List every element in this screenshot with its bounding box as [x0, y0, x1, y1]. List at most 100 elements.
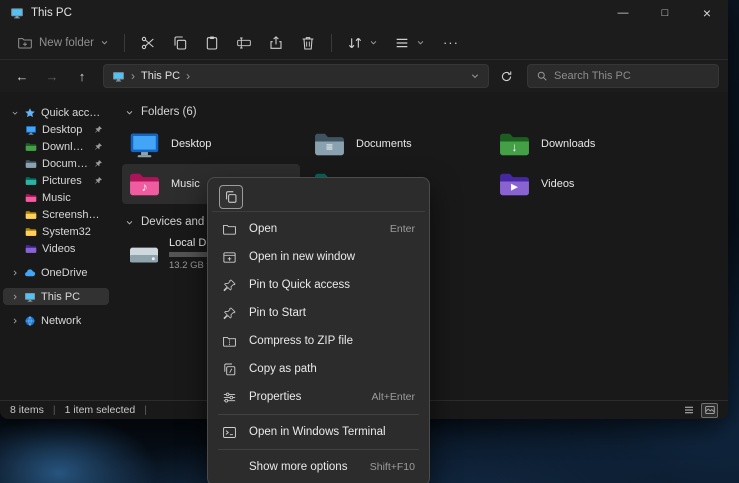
menu-item-open[interactable]: Open Enter	[212, 215, 425, 243]
breadcrumb-separator: ›	[131, 69, 135, 83]
folder-tile-desktop[interactable]: Desktop	[122, 124, 300, 164]
forward-button[interactable]: →	[39, 63, 65, 89]
folder-tile-documents[interactable]: ≡ Documents	[307, 124, 485, 164]
sidebar-item-music[interactable]: Music	[3, 189, 109, 206]
large-icons-view-toggle[interactable]	[701, 403, 718, 418]
address-input[interactable]: › This PC ›	[103, 64, 489, 88]
desktop-icon	[25, 124, 37, 136]
context-menu: Open Enter Open in new window Pin to Qui…	[207, 177, 430, 483]
status-divider: |	[53, 404, 56, 416]
menu-item-pin-to-quick-access[interactable]: Pin to Quick access	[212, 271, 425, 299]
sort-icon	[347, 35, 363, 51]
items-count: 8 items	[10, 404, 44, 416]
maximize-button[interactable]: □	[644, 0, 686, 26]
copy-button[interactable]	[165, 29, 195, 57]
sidebar-item-onedrive[interactable]: OneDrive	[3, 264, 109, 281]
copy-button[interactable]	[219, 185, 243, 209]
search-input[interactable]	[554, 70, 710, 82]
menu-item-open-in-new-window[interactable]: Open in new window	[212, 243, 425, 271]
open-folder-icon	[222, 222, 237, 237]
chevron-right-icon	[11, 293, 19, 301]
music-folder-icon: ♪	[128, 168, 161, 201]
more-options-button[interactable]: ···	[434, 35, 468, 50]
refresh-icon	[500, 70, 513, 83]
folders-section-header[interactable]: Folders (6)	[125, 106, 728, 118]
pictures-folder-icon	[25, 175, 37, 187]
delete-button[interactable]	[293, 29, 323, 57]
sidebar-item-downloads[interactable]: Downloads	[3, 138, 109, 155]
sort-button[interactable]	[340, 29, 385, 57]
shortcut-label: Enter	[390, 223, 415, 235]
paste-icon	[204, 35, 220, 51]
toolbar-separator	[331, 34, 332, 52]
breadcrumb-separator: ›	[186, 69, 190, 83]
sidebar-item-quick-access[interactable]: Quick access	[3, 104, 109, 121]
menu-separator	[218, 414, 419, 415]
pin-icon	[222, 278, 237, 293]
rename-button[interactable]	[229, 29, 259, 57]
chevron-down-icon	[100, 38, 109, 47]
pin-icon	[94, 159, 103, 168]
breadcrumb-this-pc[interactable]: This PC	[141, 70, 180, 82]
sidebar-item-desktop[interactable]: Desktop	[3, 121, 109, 138]
sidebar-item-network[interactable]: Network	[3, 312, 109, 329]
up-button[interactable]: ↑	[69, 63, 95, 89]
close-button[interactable]: ×	[686, 0, 728, 26]
new-folder-button[interactable]: New folder	[10, 29, 116, 57]
properties-icon	[222, 390, 237, 405]
view-button[interactable]	[387, 29, 432, 57]
menu-item-properties[interactable]: Properties Alt+Enter	[212, 383, 425, 411]
shortcut-label: Shift+F10	[370, 461, 415, 473]
play-glyph: ▶	[511, 182, 518, 191]
rename-icon	[236, 35, 252, 51]
back-button[interactable]: ←	[9, 63, 35, 89]
documents-folder-icon: ≡	[313, 128, 346, 161]
quick-access-icon	[24, 107, 36, 119]
new-window-icon	[222, 250, 237, 265]
download-arrow-glyph: ↓	[512, 141, 518, 153]
zip-folder-icon	[222, 334, 237, 349]
sidebar-item-system32[interactable]: System32	[3, 223, 109, 240]
minimize-button[interactable]: —	[602, 0, 644, 26]
search-box	[527, 64, 719, 88]
folder-tile-downloads[interactable]: ↓ Downloads	[492, 124, 670, 164]
copy-icon	[224, 190, 238, 204]
pin-icon	[222, 306, 237, 321]
chevron-right-icon	[11, 269, 19, 277]
delete-icon	[300, 35, 316, 51]
thumbnail-view-icon	[704, 404, 716, 416]
toolbar-separator	[124, 34, 125, 52]
onedrive-cloud-icon	[24, 267, 36, 279]
this-pc-window-icon	[10, 6, 24, 20]
sidebar-item-documents[interactable]: Documents	[3, 155, 109, 172]
copy-icon	[172, 35, 188, 51]
menu-item-compress-to-zip[interactable]: Compress to ZIP file	[212, 327, 425, 355]
details-view-toggle[interactable]	[680, 403, 697, 418]
paste-button[interactable]	[197, 29, 227, 57]
menu-item-pin-to-start[interactable]: Pin to Start	[212, 299, 425, 327]
menu-item-open-in-windows-terminal[interactable]: Open in Windows Terminal	[212, 418, 425, 446]
chevron-down-icon	[11, 109, 19, 117]
downloads-folder-icon: ↓	[498, 128, 531, 161]
refresh-button[interactable]	[493, 63, 519, 89]
terminal-icon	[222, 425, 237, 440]
folder-tile-videos[interactable]: ▶ Videos	[492, 164, 670, 204]
music-note-glyph: ♪	[142, 181, 148, 193]
chevron-right-icon	[11, 317, 19, 325]
share-button[interactable]	[261, 29, 291, 57]
sidebar-item-this-pc[interactable]: This PC	[3, 288, 109, 305]
address-bar: ← → ↑ › This PC ›	[0, 60, 728, 92]
address-dropdown-chevron-icon[interactable]	[470, 71, 480, 81]
videos-folder-icon	[25, 243, 37, 255]
sidebar-item-pictures[interactable]: Pictures	[3, 172, 109, 189]
cut-button[interactable]	[133, 29, 163, 57]
sidebar-item-videos[interactable]: Videos	[3, 240, 109, 257]
music-folder-icon	[25, 192, 37, 204]
menu-item-show-more-options[interactable]: Show more options Shift+F10	[212, 453, 425, 481]
chevron-down-icon	[125, 108, 134, 117]
view-icon	[394, 35, 410, 51]
sidebar-item-screenshots[interactable]: Screenshots	[3, 206, 109, 223]
chevron-down-icon	[416, 38, 425, 47]
menu-item-copy-as-path[interactable]: Copy as path	[212, 355, 425, 383]
pin-icon	[94, 176, 103, 185]
